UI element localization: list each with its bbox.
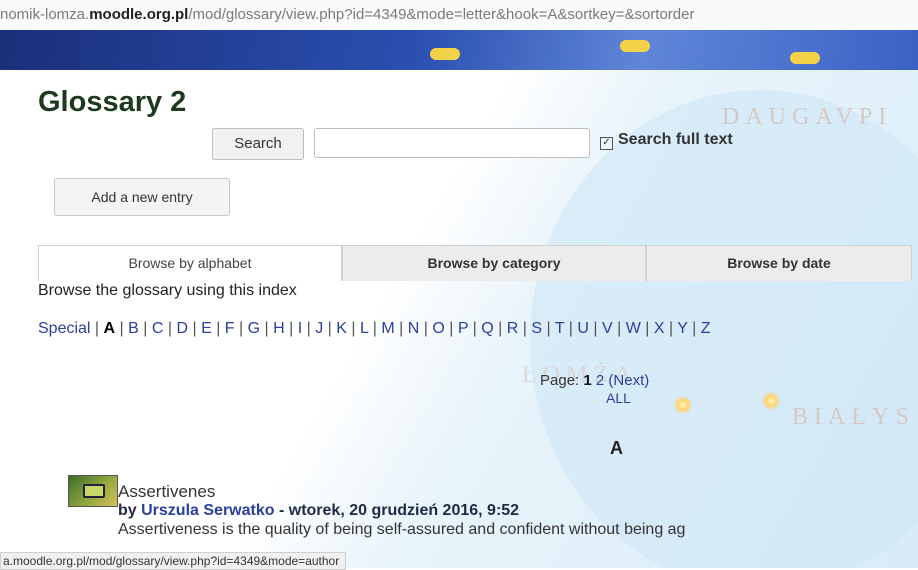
- tab-browse-category[interactable]: Browse by category: [342, 245, 646, 281]
- tab-browse-date[interactable]: Browse by date: [646, 245, 912, 281]
- entry-author-link[interactable]: Urszula Serwatko: [141, 502, 274, 519]
- add-entry-button[interactable]: Add a new entry: [54, 178, 230, 216]
- alphabet-separator: |: [138, 320, 152, 337]
- alphabet-separator: |: [323, 320, 337, 337]
- alphabet-separator: |: [346, 320, 360, 337]
- banner-star-decoration: [790, 52, 820, 64]
- alphabet-separator: |: [564, 320, 578, 337]
- pager: Page: 1 2 (Next) ALL: [540, 372, 649, 406]
- pager-all-link[interactable]: ALL: [606, 390, 631, 406]
- alphabet-letter-link[interactable]: W: [626, 320, 641, 337]
- entry-date: - wtorek, 20 grudzień 2016, 9:52: [278, 502, 520, 519]
- browse-instructions: Browse the glossary using this index: [38, 282, 297, 299]
- alphabet-letter-link[interactable]: G: [248, 320, 260, 337]
- search-button[interactable]: Search: [212, 128, 304, 160]
- browser-address-bar[interactable]: nomik-lomza.moodle.org.pl/mod/glossary/v…: [0, 0, 918, 30]
- alphabet-letter-link[interactable]: K: [336, 320, 347, 337]
- alphabet-letter-link[interactable]: X: [654, 320, 665, 337]
- alphabet-letter-link[interactable]: O: [432, 320, 444, 337]
- alphabet-letter-link[interactable]: T: [555, 320, 564, 337]
- fulltext-label: Search full text: [618, 131, 733, 148]
- alphabet-separator: |: [302, 320, 316, 337]
- main-content: DAUGAVPI ŁOMŻA BIAŁYS Glossary 2 Search …: [10, 70, 918, 568]
- entry-title: Assertivenes: [118, 482, 216, 501]
- url-path: /mod/glossary/view.php?id=4349&mode=lett…: [188, 6, 695, 23]
- alphabet-separator: |: [163, 320, 177, 337]
- author-avatar[interactable]: [68, 475, 118, 507]
- alphabet-letter-link[interactable]: F: [225, 320, 235, 337]
- page-title: Glossary 2: [38, 86, 187, 118]
- tab-browse-alphabet[interactable]: Browse by alphabet: [38, 245, 342, 281]
- url-host: moodle.org.pl: [89, 6, 189, 23]
- alphabet-letter-link[interactable]: Q: [481, 320, 493, 337]
- alphabet-letter-link[interactable]: R: [507, 320, 519, 337]
- alphabet-separator: |: [640, 320, 654, 337]
- search-fulltext-checkbox[interactable]: ✓ Search full text: [600, 131, 733, 150]
- pager-label: Page:: [540, 372, 580, 389]
- alphabet-letter-link[interactable]: C: [152, 320, 164, 337]
- byline-prefix: by: [118, 502, 137, 519]
- alphabet-separator: |: [444, 320, 458, 337]
- alphabet-letter-link[interactable]: S: [531, 320, 542, 337]
- alphabet-letter-link[interactable]: H: [273, 320, 285, 337]
- alphabet-letter-link[interactable]: Y: [677, 320, 687, 337]
- alphabet-separator: |: [284, 320, 298, 337]
- pager-page-link[interactable]: 2: [596, 372, 604, 389]
- alphabet-separator: |: [612, 320, 626, 337]
- entry-definition: Assertiveness is the quality of being se…: [118, 521, 686, 538]
- browser-status-url: a.moodle.org.pl/mod/glossary/view.php?id…: [0, 552, 347, 570]
- alphabet-separator: |: [115, 320, 129, 337]
- pager-next-link[interactable]: (Next): [608, 372, 649, 389]
- search-input[interactable]: [314, 128, 590, 158]
- map-label: BIAŁYS: [792, 404, 915, 430]
- alphabet-separator: |: [542, 320, 555, 337]
- alphabet-index: Special | A | B | C | D | E | F | G | H …: [38, 320, 711, 338]
- alphabet-letter-link[interactable]: Special: [38, 320, 90, 337]
- alphabet-separator: |: [368, 320, 382, 337]
- map-label: DAUGAVPI: [722, 104, 893, 130]
- alphabet-separator: |: [188, 320, 202, 337]
- alphabet-separator: |: [260, 320, 274, 337]
- banner-star-decoration: [430, 48, 460, 60]
- alphabet-separator: |: [234, 320, 248, 337]
- alphabet-letter-link[interactable]: U: [577, 320, 589, 337]
- alphabet-separator: |: [664, 320, 678, 337]
- map-city-marker: [674, 396, 692, 414]
- checkbox-checked-icon[interactable]: ✓: [600, 137, 613, 150]
- site-banner: [0, 30, 918, 70]
- alphabet-current-letter: A: [103, 320, 116, 337]
- alphabet-separator: |: [394, 320, 408, 337]
- alphabet-separator: |: [468, 320, 482, 337]
- section-letter-heading: A: [610, 438, 623, 458]
- alphabet-letter-link[interactable]: N: [408, 320, 420, 337]
- alphabet-separator: |: [518, 320, 532, 337]
- alphabet-letter-link[interactable]: M: [381, 320, 394, 337]
- entry-byline: by Urszula Serwatko - wtorek, 20 grudzie…: [118, 502, 519, 520]
- alphabet-letter-link[interactable]: E: [201, 320, 212, 337]
- alphabet-separator: |: [90, 320, 104, 337]
- alphabet-separator: |: [588, 320, 602, 337]
- banner-star-decoration: [620, 40, 650, 52]
- url-prefix: nomik-lomza.: [0, 6, 90, 23]
- alphabet-letter-link[interactable]: V: [602, 320, 613, 337]
- alphabet-letter-link[interactable]: B: [128, 320, 139, 337]
- alphabet-letter-link[interactable]: D: [176, 320, 188, 337]
- alphabet-separator: |: [493, 320, 507, 337]
- alphabet-separator: |: [211, 320, 225, 337]
- map-city-marker: [762, 392, 780, 410]
- alphabet-separator: |: [419, 320, 433, 337]
- alphabet-letter-link[interactable]: Z: [701, 320, 711, 337]
- alphabet-separator: |: [687, 320, 701, 337]
- alphabet-letter-link[interactable]: P: [458, 320, 468, 337]
- pager-current-page: 1: [583, 372, 592, 389]
